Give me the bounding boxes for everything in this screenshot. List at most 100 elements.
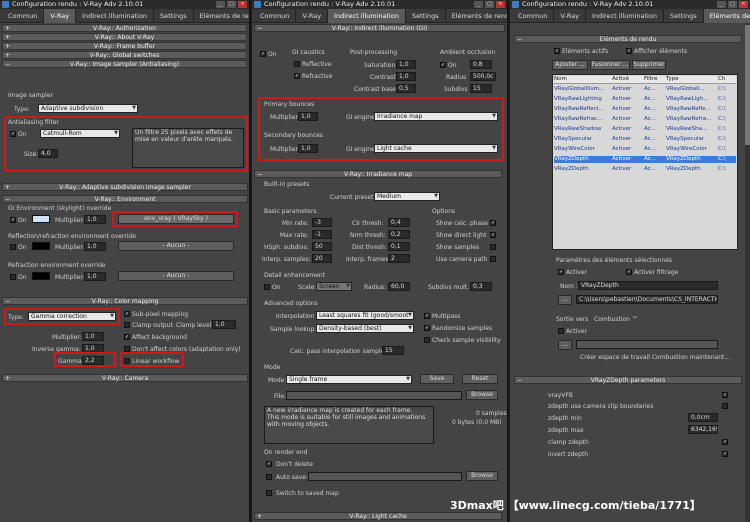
rollout-render-elements[interactable]: − Eléments de rendu — [514, 35, 742, 43]
rollout-light-cache[interactable]: + V-Ray:: Light cache — [254, 512, 502, 520]
use-cam-clip-checkbox[interactable] — [722, 403, 728, 409]
inv-gamma-input[interactable]: 1,0 — [82, 344, 104, 353]
table-row[interactable]: VRayRawLighting Activer Ac... VRayRawLigh..… — [554, 96, 736, 103]
ajouter-button[interactable]: Ajouter ... — [552, 60, 588, 70]
max-rate-input[interactable]: -1 — [312, 230, 332, 239]
secondary-multiplier-input[interactable]: 1,0 — [298, 144, 318, 153]
interp-samples-input[interactable]: 20 — [312, 254, 332, 263]
contrast-base-input[interactable]: 0,5 — [396, 84, 416, 93]
fusionner-button[interactable]: Fusionner ... — [590, 60, 630, 70]
calc-pass-input[interactable]: 15 — [382, 346, 404, 355]
combustion-browse-button[interactable]: ... — [558, 340, 572, 350]
interp-frames-input[interactable]: 2 — [388, 254, 410, 263]
primary-multiplier-input[interactable]: 1,0 — [298, 112, 318, 121]
switch-saved-checkbox[interactable] — [266, 490, 272, 496]
use-camera-path-checkbox[interactable] — [490, 256, 496, 262]
dist-thresh-input[interactable]: 0,1 — [388, 242, 410, 251]
refr-on-checkbox[interactable] — [10, 274, 16, 280]
tab-settings[interactable]: Settings — [664, 9, 704, 23]
clr-thresh-input[interactable]: 0,4 — [388, 218, 410, 227]
creer-combustion-button[interactable]: Créer espace de travail Combustion maint… — [580, 354, 730, 361]
table-row[interactable]: VRayWireColor Activer Ac... VRayWireColor C:… — [554, 146, 736, 153]
size-input[interactable]: 4,0 — [38, 149, 58, 158]
contrast-input[interactable]: 1,0 — [396, 72, 416, 81]
ao-radius-input[interactable]: 500,0c — [470, 72, 496, 81]
activer-filtrage-checkbox[interactable]: ✓ — [626, 269, 632, 275]
refl-multiplier-input[interactable]: 1,0 — [84, 242, 106, 251]
tab-commun[interactable]: Commun — [254, 9, 297, 23]
tab-vray[interactable]: V-Ray — [296, 9, 329, 23]
refr-color-swatch[interactable] — [32, 272, 50, 280]
browse-button[interactable]: Browse — [466, 390, 498, 400]
tab-elements[interactable]: Eléments de rendu — [703, 9, 750, 23]
affect-bg-checkbox[interactable]: ✓ — [124, 334, 130, 340]
table-row[interactable]: VRayGlobalIllum... Activer Ac... VRayGlobal… — [554, 86, 736, 93]
rollout-image-sampler[interactable]: − V-Ray:: Image sampler (Antialiasing) — [2, 60, 247, 68]
title-bar-2[interactable]: Configuration rendu : V-Ray Adv 2.10.01 … — [252, 0, 507, 9]
refr-multiplier-input[interactable]: 1,0 — [84, 272, 106, 281]
table-row[interactable]: VRayRawReflect... Activer Ac... VRayRawRefl… — [554, 106, 736, 113]
tab-indirect[interactable]: Indirect illumination — [328, 9, 406, 23]
min-rate-input[interactable]: -3 — [312, 218, 332, 227]
table-row[interactable]: VRayRawRefrac... Activer Ac... VRayRawRefra… — [554, 116, 736, 123]
file-input[interactable] — [286, 391, 462, 400]
maximize-icon[interactable]: □ — [485, 1, 494, 8]
close-icon[interactable]: ✕ — [739, 1, 748, 8]
detail-on-checkbox[interactable] — [264, 284, 270, 290]
refl-color-swatch[interactable] — [32, 242, 50, 250]
aa-filter-select[interactable]: Catmull-Rom — [40, 129, 120, 138]
maximize-icon[interactable]: □ — [728, 1, 737, 8]
refr-map-button[interactable]: - Aucun - — [118, 271, 234, 281]
primary-engine-select[interactable]: Irradiance map — [374, 112, 498, 121]
current-preset-select[interactable]: Medium — [374, 192, 440, 201]
rollout-camera[interactable]: + V-Ray:: Camera — [2, 374, 248, 382]
nom-input[interactable]: VRayZDepth — [578, 281, 718, 290]
rollout-zdepth[interactable]: − VRayZDepth parameters — [514, 376, 742, 384]
path-input[interactable]: C:\Users\pebastien\Documents\CS_INTERACT… — [576, 295, 718, 304]
linear-workflow-checkbox[interactable] — [124, 358, 130, 364]
clamp-zdepth-checkbox[interactable]: ✓ — [722, 439, 728, 445]
nrm-thresh-input[interactable]: 0,2 — [388, 230, 410, 239]
gi-multiplier-input[interactable]: 1,0 — [84, 215, 106, 224]
table-row[interactable]: VRayZDepth Activer Ac... VRayZDepth C:\ — [554, 156, 736, 163]
afficher-elements-checkbox[interactable]: ✓ — [626, 48, 632, 54]
elements-actifs-checkbox[interactable]: ✓ — [554, 48, 560, 54]
table-row[interactable]: VRayRawShadow Activer Ac... VRayRawSha... C:… — [554, 126, 736, 133]
col-type[interactable]: Type — [666, 76, 718, 83]
invert-zdepth-checkbox[interactable]: ✓ — [722, 451, 728, 457]
secondary-engine-select[interactable]: Light cache — [374, 144, 498, 153]
table-row[interactable]: VRayZDepth Activer Ac... VRayZDepth C:\ — [554, 166, 736, 173]
title-bar[interactable]: Configuration rendu : V-Ray Adv 2.10.01 … — [0, 0, 249, 9]
close-icon[interactable]: ✕ — [496, 1, 505, 8]
tab-elements[interactable]: Eléments de rendu — [194, 9, 249, 23]
tab-elements[interactable]: Eléments de rendu — [446, 9, 507, 23]
gi-on-checkbox[interactable]: ✓ — [260, 51, 266, 57]
tab-settings[interactable]: Settings — [154, 9, 194, 23]
saturation-input[interactable]: 1,0 — [396, 60, 416, 69]
minimize-icon[interactable]: _ — [474, 1, 483, 8]
show-calc-checkbox[interactable]: ✓ — [490, 220, 496, 226]
tab-vray[interactable]: V-Ray — [554, 9, 587, 23]
dont-delete-checkbox[interactable]: ✓ — [266, 461, 272, 467]
subdivs-mult-input[interactable]: 0,3 — [470, 282, 492, 291]
rollout-about[interactable]: + V-Ray:: About V-Ray — [2, 33, 247, 41]
rollout-color-mapping[interactable]: − V-Ray:: Color mapping — [2, 297, 248, 305]
ao-amount-input[interactable]: 0,8 — [470, 60, 492, 69]
maximize-icon[interactable]: □ — [227, 1, 236, 8]
clamp-checkbox[interactable] — [124, 322, 130, 328]
table-row[interactable]: VRaySpecular Activer Ac... VRaySpecular C:\ — [554, 136, 736, 143]
gi-env-on-checkbox[interactable]: ✓ — [10, 217, 16, 223]
multipass-checkbox[interactable]: ✓ — [424, 313, 430, 319]
save-button[interactable]: Save — [420, 374, 454, 384]
vrayvfb-checkbox[interactable]: ✓ — [722, 392, 728, 398]
activer2-checkbox[interactable] — [558, 328, 564, 334]
col-active[interactable]: Activé — [612, 76, 644, 83]
ao-on-checkbox[interactable]: ✓ — [440, 62, 446, 68]
rollout-gi[interactable]: − V-Ray:: Indirect illumination (GI) — [254, 24, 505, 32]
rollout-irradiance[interactable]: − V-Ray:: Irradiance map — [254, 170, 502, 178]
tab-indirect[interactable]: Indirect illumination — [586, 9, 664, 23]
activer-checkbox[interactable]: ✓ — [558, 269, 564, 275]
gamma-input[interactable]: 2,2 — [82, 356, 104, 365]
tab-settings[interactable]: Settings — [406, 9, 446, 23]
scale-select[interactable]: Screen — [316, 282, 352, 291]
